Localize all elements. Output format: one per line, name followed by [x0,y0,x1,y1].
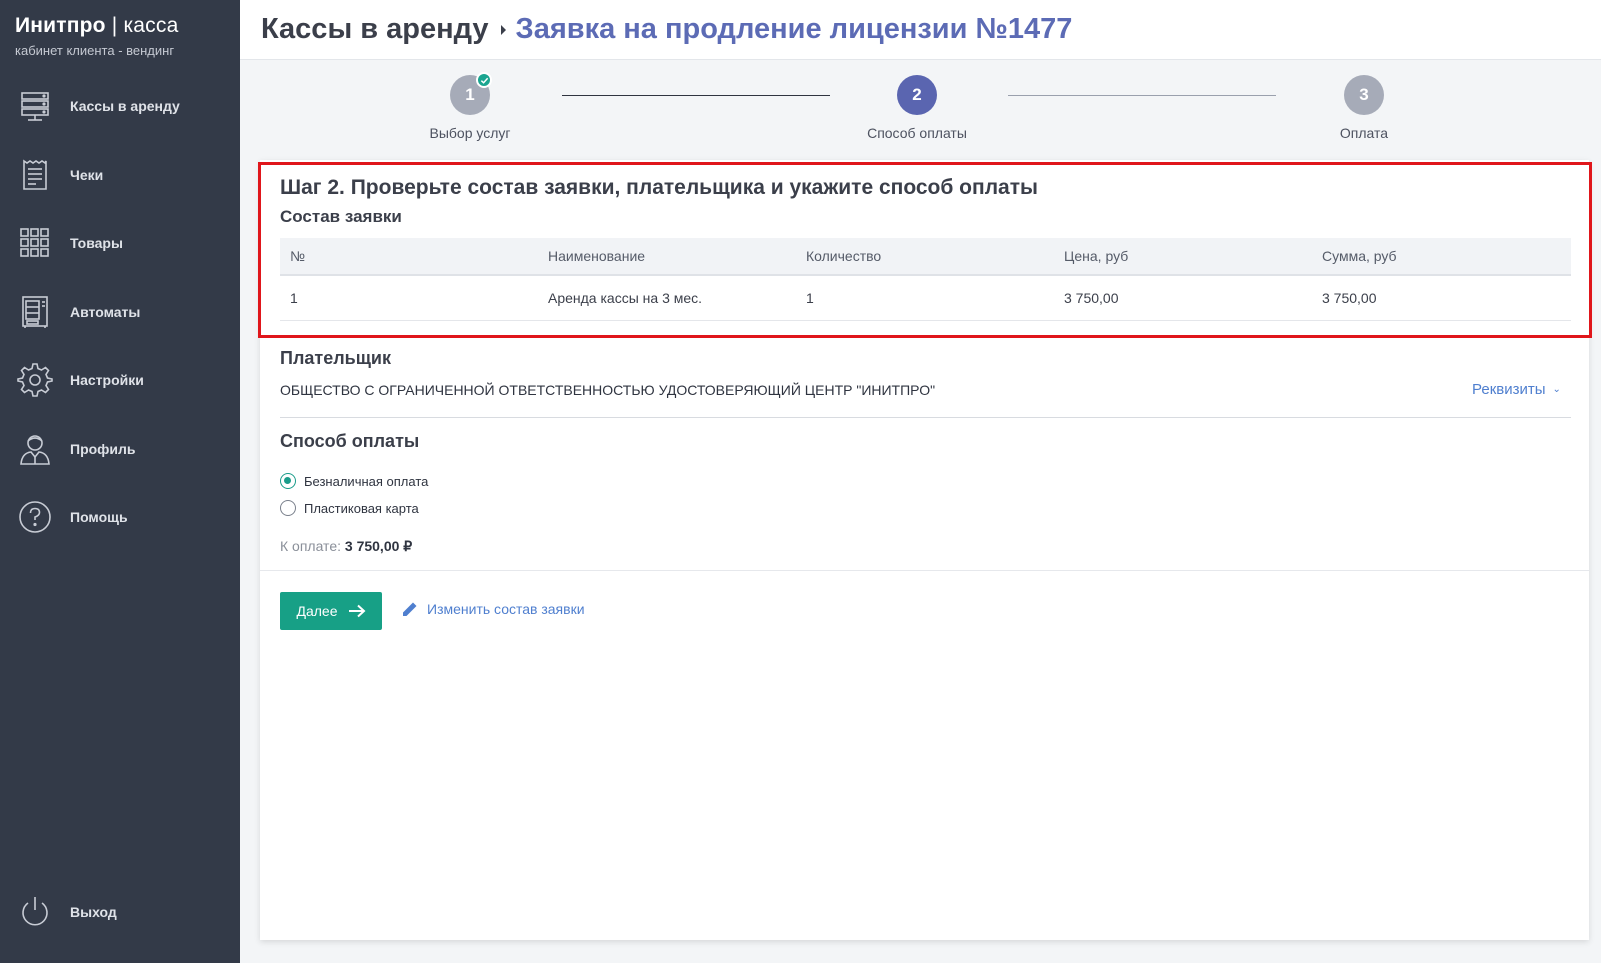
page-header: Кассы в аренду Заявка на продление лицен… [240,0,1601,60]
pencil-icon [401,600,419,618]
step-circle: 1 [450,72,492,115]
receipt-icon [17,157,53,193]
breadcrumb-separator-icon [500,24,506,35]
column-header: Наименование [548,248,646,264]
page-title: Заявка на продление лицензии №1477 [515,13,1073,45]
sidebar-item-help[interactable]: Помощь [0,487,240,547]
radio-button[interactable] [280,473,296,489]
step-1[interactable]: 1 Выбор услуг [390,72,550,141]
sidebar-item-receipts[interactable]: Чеки [0,145,240,205]
sidebar-item-label: Настройки [70,372,144,388]
sidebar-item-rent[interactable]: Кассы в аренду [0,76,240,136]
sidebar: Инитпро | касса кабинет клиента - вендин… [0,0,240,963]
step-circle: 2 [897,75,937,115]
requisites-link[interactable]: Реквизиты ⌄ [1472,381,1561,398]
sidebar-item-label: Чеки [70,167,104,183]
sidebar-item-logout[interactable]: Выход [0,882,240,942]
step-label: Выбор услуг [429,125,511,141]
payer-section-title: Плательщик [280,348,391,368]
order-card: Шаг 2. Проверьте состав заявки, плательщ… [260,160,1589,940]
user-icon [17,431,53,467]
sidebar-item-label: Помощь [70,509,128,525]
order-section-title: Состав заявки [280,207,402,226]
table-cell: 3 750,00 [1322,290,1377,306]
brand-title: Инитпро | касса [15,14,179,37]
step-label: Способ оплаты [867,125,967,141]
radio-button[interactable] [280,500,296,516]
order-table: № Наименование Количество Цена, руб Сумм… [280,238,1571,321]
step-2: 2 Способ оплаты [837,75,997,141]
column-header: Сумма, руб [1322,248,1397,264]
table-header: № Наименование Количество Цена, руб Сумм… [280,238,1571,276]
server-icon [17,88,53,124]
divider [260,570,1589,571]
arrow-right-icon [348,604,366,618]
step-circle: 3 [1344,75,1384,115]
radio-label: Пластиковая карта [304,500,419,516]
table-row: 1 Аренда кассы на 3 мес. 1 3 750,00 3 75… [280,276,1571,321]
sidebar-item-products[interactable]: Товары [0,213,240,273]
grid-icon [17,225,53,261]
total-value: 3 750,00 ₽ [344,538,413,554]
next-button[interactable]: Далее [280,592,382,630]
stepper: 1 Выбор услуг 2 Способ оплаты 3 Оплата [240,60,1601,160]
sidebar-item-label: Автоматы [70,304,141,320]
step-connector [562,95,830,96]
gear-icon [17,362,53,398]
total-amount: К оплате: 3 750,00 ₽ [280,538,412,555]
payment-section-title: Способ оплаты [280,431,420,451]
table-cell: 3 750,00 [1064,290,1119,306]
brand-logo[interactable]: Инитпро | касса кабинет клиента - вендин… [15,14,178,58]
sidebar-item-profile[interactable]: Профиль [0,419,240,479]
sidebar-item-label: Профиль [70,441,136,457]
step-label: Оплата [1339,125,1389,141]
sidebar-item-settings[interactable]: Настройки [0,350,240,410]
breadcrumb-root[interactable]: Кассы в аренду [261,13,489,46]
vending-machine-icon [17,294,53,330]
divider [280,417,1571,418]
sidebar-item-label: Выход [70,904,117,920]
edit-order-link[interactable]: Изменить состав заявки [401,600,585,618]
table-cell: 1 [290,290,298,306]
payer-name: ОБЩЕСТВО С ОГРАНИЧЕННОЙ ОТВЕТСТВЕННОСТЬЮ… [280,382,936,398]
radio-label: Безналичная оплата [304,473,429,489]
check-icon [476,72,492,88]
power-icon [17,894,53,930]
column-header: Количество [806,248,882,264]
help-icon [17,499,53,535]
table-cell: 1 [806,290,814,306]
step-connector [1008,95,1276,96]
brand-subtitle: кабинет клиента - вендинг [15,43,175,58]
payment-option-card[interactable]: Пластиковая карта [280,500,419,516]
column-header: Цена, руб [1064,248,1129,264]
total-label: К оплате: [280,538,345,554]
sidebar-item-label: Кассы в аренду [70,98,180,114]
step-3: 3 Оплата [1284,75,1444,141]
step-title: Шаг 2. Проверьте состав заявки, плательщ… [280,176,1038,199]
sidebar-item-machines[interactable]: Автоматы [0,282,240,342]
table-cell: Аренда кассы на 3 мес. [548,290,703,306]
column-header: № [290,248,306,264]
chevron-down-icon: ⌄ [1552,384,1561,395]
sidebar-item-label: Товары [70,235,123,251]
payment-option-cashless[interactable]: Безналичная оплата [280,473,428,489]
